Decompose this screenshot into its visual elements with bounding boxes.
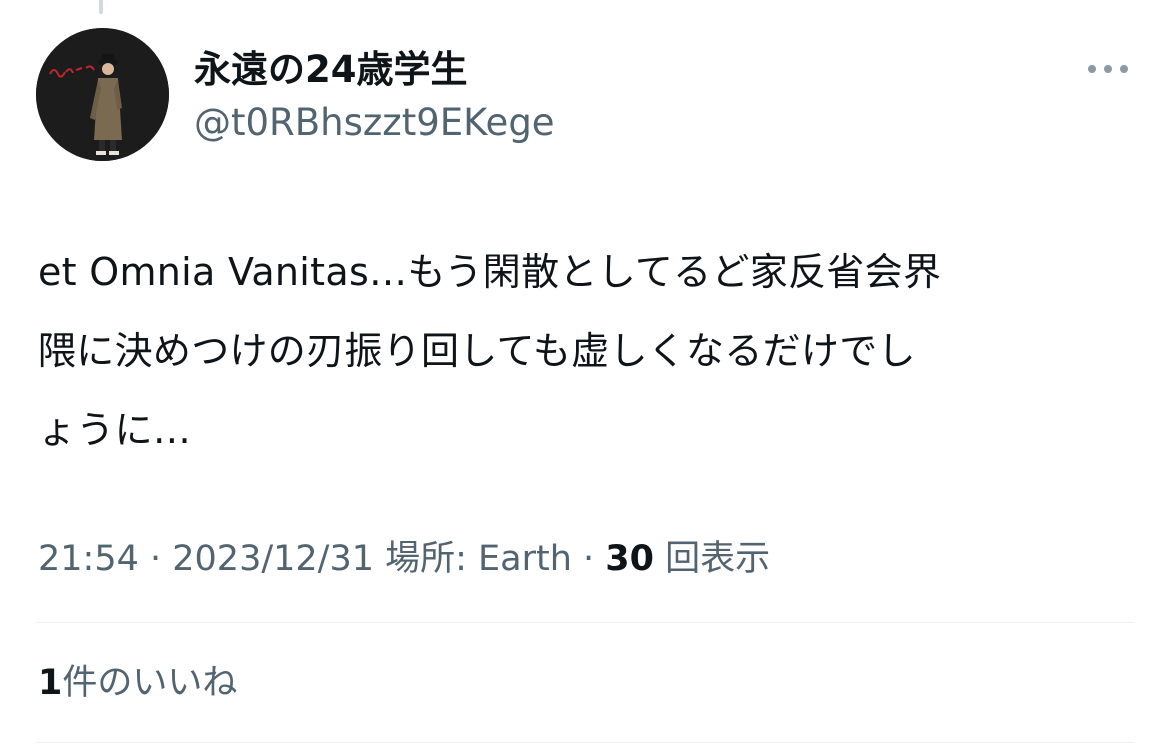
avatar-image xyxy=(36,28,169,161)
more-options-button[interactable] xyxy=(1082,52,1134,86)
author-handle[interactable]: @t0RBhszzt9EKege xyxy=(194,99,555,147)
divider xyxy=(36,742,1134,743)
divider xyxy=(36,622,1134,623)
likes-label: 件のいいね xyxy=(62,663,238,703)
views-count[interactable]: 30 xyxy=(605,539,654,579)
tweet-text-line: et Omnia Vanitas…もう閑散としてるど家反省会界 xyxy=(38,250,942,294)
author-display-name[interactable]: 永遠の24歳学生 xyxy=(194,46,468,94)
likes-count: 1 xyxy=(38,663,63,703)
meta-separator: · xyxy=(138,539,173,579)
more-horizontal-icon xyxy=(1088,65,1128,73)
avatar[interactable] xyxy=(36,28,169,161)
meta-separator: · xyxy=(571,539,606,579)
thread-connector-line xyxy=(99,0,103,14)
tweet-location: 場所: Earth xyxy=(374,539,572,579)
tweet-text: et Omnia Vanitas…もう閑散としてるど家反省会界 隈に決めつけの刃… xyxy=(38,233,1138,470)
tweet-metadata: 21:54 · 2023/12/31 場所: Earth · 30 回表示 xyxy=(38,534,770,584)
tweet-text-line: 隈に決めつけの刃振り回しても虚しくなるだけでし xyxy=(38,329,916,373)
tweet-text-line: ょうに… xyxy=(38,408,192,452)
tweet-time[interactable]: 21:54 xyxy=(38,539,139,579)
likes-link[interactable]: 1件のいいね xyxy=(38,658,237,708)
tweet-date[interactable]: 2023/12/31 xyxy=(172,539,374,579)
views-label[interactable]: 回表示 xyxy=(654,539,770,579)
